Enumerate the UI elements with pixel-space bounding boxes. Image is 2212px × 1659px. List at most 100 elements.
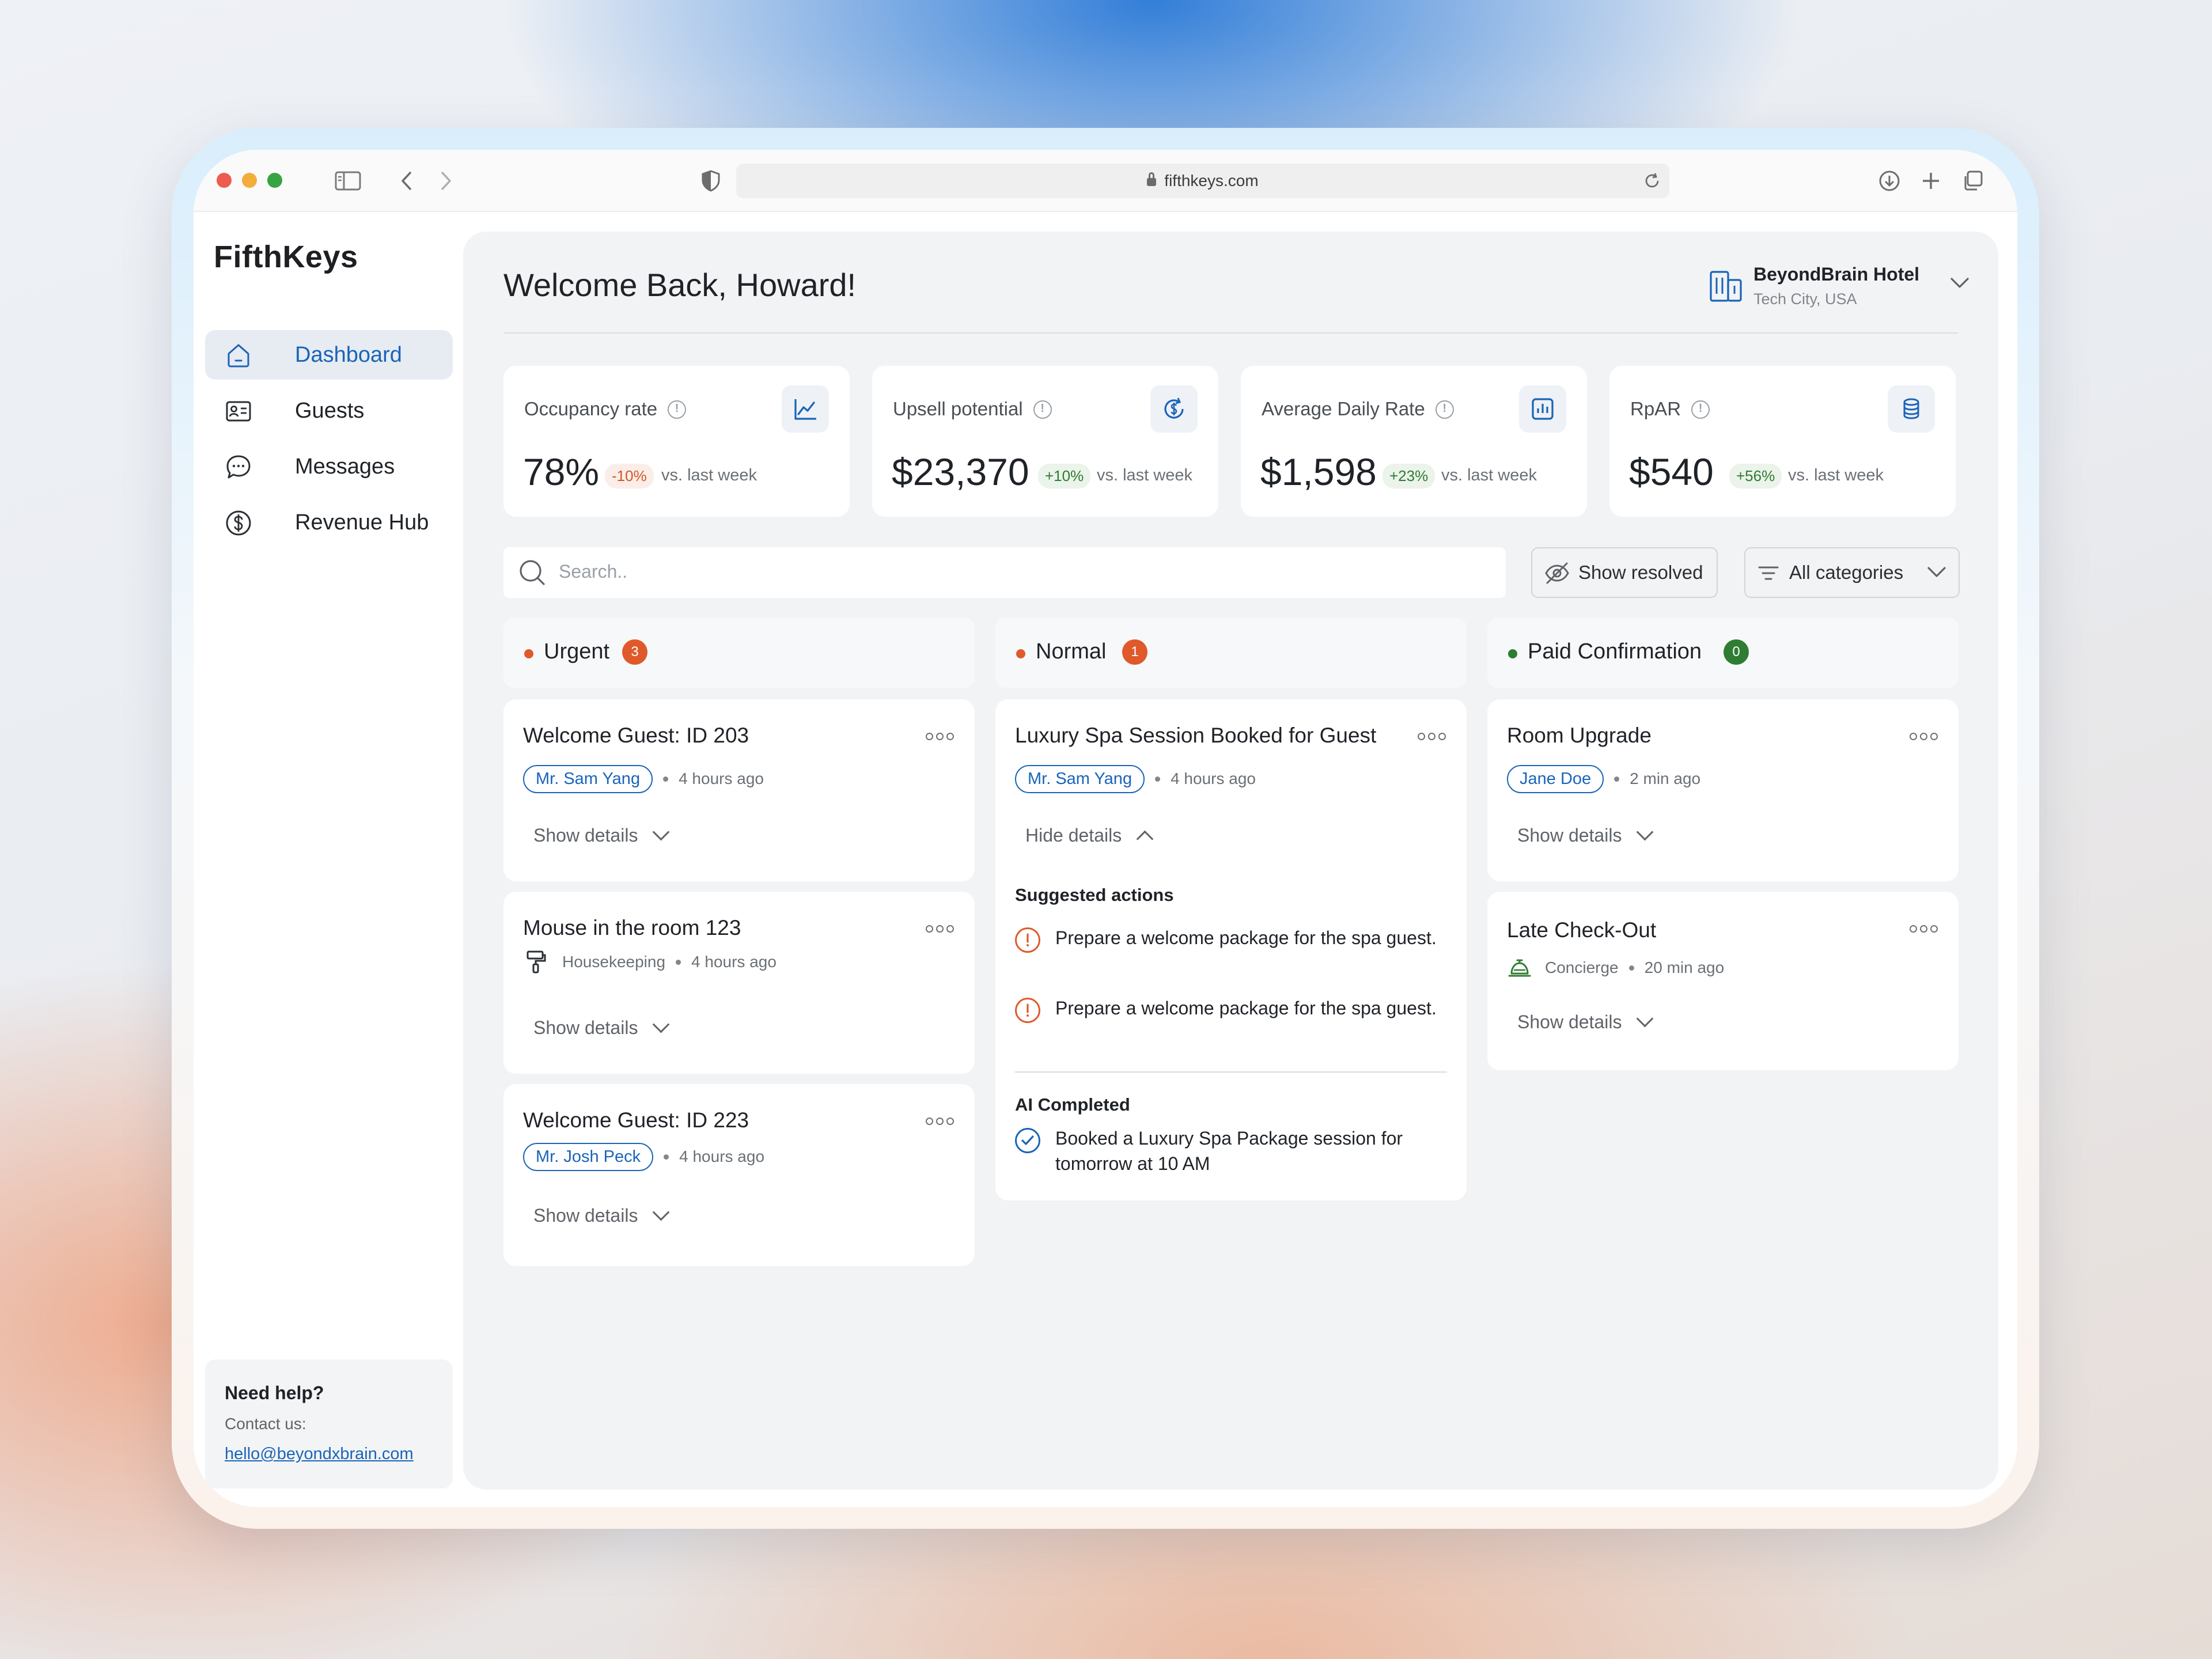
dollar-refresh-icon — [1150, 385, 1198, 433]
task-meta: Concierge 20 min ago — [1507, 953, 1724, 983]
info-icon[interactable] — [1033, 400, 1052, 419]
show-details-button[interactable]: Show details — [533, 1016, 670, 1039]
show-resolved-button[interactable]: Show resolved — [1531, 547, 1718, 598]
count-badge: 1 — [1122, 639, 1147, 665]
guest-tag[interactable]: Jane Doe — [1507, 764, 1604, 793]
help-email-link[interactable]: hello@beyondxbrain.com — [225, 1445, 414, 1464]
section-divider — [1015, 1071, 1447, 1073]
task-card[interactable]: Mouse in the room 123 Housekeeping 4 hou… — [503, 892, 975, 1074]
stat-card-upsell: Upsell potential $23,370 +10% vs. last w… — [872, 366, 1218, 517]
ai-completed-title: AI Completed — [1015, 1094, 1130, 1115]
guest-tag[interactable]: Mr. Josh Peck — [523, 1142, 654, 1171]
stat-title: Occupancy rate — [524, 398, 687, 420]
ai-completed-text: Booked a Luxury Spa Package session for … — [1055, 1128, 1403, 1174]
task-time: 4 hours ago — [679, 1147, 765, 1165]
column-header-paid-confirmation: Paid Confirmation 0 — [1487, 618, 1959, 688]
page-title: Welcome Back, Howard! — [503, 267, 857, 303]
more-options-icon[interactable] — [1910, 733, 1938, 740]
stat-delta-badge: -10% — [605, 464, 654, 488]
more-options-icon[interactable] — [926, 925, 954, 933]
address-bar[interactable]: fifthkeys.com — [736, 164, 1669, 198]
sidebar-item-guests[interactable]: Guests — [205, 386, 453, 435]
guest-tag[interactable]: Mr. Sam Yang — [523, 764, 653, 793]
task-meta: Mr. Sam Yang 4 hours ago — [523, 764, 764, 794]
separator-dot — [1614, 776, 1620, 782]
chevron-down-icon — [1948, 274, 1971, 293]
show-details-button[interactable]: Show details — [1517, 823, 1654, 846]
chevron-down-icon — [1637, 823, 1654, 841]
stat-title-text: Occupancy rate — [524, 398, 658, 419]
hotel-location: Tech City, USA — [1753, 290, 1857, 308]
close-window-dot[interactable] — [217, 173, 232, 188]
show-details-button[interactable]: Show details — [1517, 1010, 1654, 1033]
lock-icon — [1147, 172, 1157, 186]
task-time: 2 min ago — [1630, 770, 1701, 787]
maximize-window-dot[interactable] — [267, 173, 282, 188]
task-time: 4 hours ago — [679, 770, 764, 787]
stat-comparison: vs. last week — [1097, 466, 1192, 484]
separator-dot — [1155, 776, 1161, 782]
details-label: Show details — [1517, 1012, 1622, 1032]
shield-privacy-icon[interactable] — [697, 167, 725, 195]
more-options-icon[interactable] — [926, 733, 954, 740]
more-options-icon[interactable] — [1910, 925, 1938, 933]
brand-logo[interactable]: FifthKeys — [214, 239, 358, 275]
task-meta: Jane Doe 2 min ago — [1507, 764, 1700, 794]
search-input[interactable]: Search.. — [503, 547, 1506, 598]
forward-icon[interactable] — [432, 167, 460, 195]
task-card[interactable]: Welcome Guest: ID 203 Mr. Sam Yang 4 hou… — [503, 699, 975, 881]
suggested-action-text: Prepare a welcome package for the spa gu… — [1055, 927, 1437, 948]
details-label: Show details — [533, 1017, 638, 1038]
info-icon[interactable] — [1435, 400, 1454, 419]
guest-tag[interactable]: Mr. Sam Yang — [1015, 764, 1145, 793]
paint-roller-icon — [523, 949, 548, 975]
back-icon[interactable] — [393, 167, 421, 195]
separator-dot — [1628, 965, 1634, 971]
sidebar-item-revenue-hub[interactable]: Revenue Hub — [205, 498, 453, 547]
more-options-icon[interactable] — [926, 1118, 954, 1125]
task-card[interactable]: Late Check-Out Concierge 20 min ago Show… — [1487, 892, 1959, 1070]
sidebar-toggle-icon[interactable] — [334, 167, 362, 195]
sidebar-item-messages[interactable]: Messages — [205, 442, 453, 491]
task-meta: Mr. Josh Peck 4 hours ago — [523, 1142, 764, 1172]
help-title: Need help? — [225, 1382, 324, 1403]
main-content: Welcome Back, Howard! BeyondBrain Hotel … — [463, 232, 1998, 1490]
stat-card-adr: Average Daily Rate $1,598 +23% vs. last … — [1241, 366, 1587, 517]
separator-dot — [676, 959, 681, 965]
concierge-bell-icon — [1507, 955, 1532, 980]
hide-details-button[interactable]: Hide details — [1025, 825, 1154, 848]
stat-delta-badge: +10% — [1038, 464, 1091, 488]
show-details-button[interactable]: Show details — [533, 1203, 670, 1226]
minimize-window-dot[interactable] — [242, 173, 257, 188]
info-icon[interactable] — [668, 400, 687, 419]
reload-icon[interactable] — [1643, 172, 1661, 194]
task-card[interactable]: Welcome Guest: ID 223 Mr. Josh Peck 4 ho… — [503, 1084, 975, 1266]
id-card-icon — [225, 397, 252, 425]
stat-title-text: Upsell potential — [893, 398, 1023, 419]
details-label: Show details — [533, 1205, 638, 1226]
download-icon[interactable] — [1876, 167, 1903, 195]
suggested-action-item[interactable]: Prepare a welcome package for the spa gu… — [1015, 925, 1441, 977]
tabs-overview-icon[interactable] — [1959, 167, 1986, 195]
stat-delta-badge: +23% — [1382, 464, 1435, 488]
suggested-action-text: Prepare a welcome package for the spa gu… — [1055, 998, 1437, 1018]
stat-title-text: RpAR — [1630, 398, 1681, 419]
building-icon — [1707, 267, 1744, 307]
info-icon[interactable] — [1691, 400, 1710, 419]
department-label: Housekeeping — [562, 953, 666, 971]
categories-dropdown[interactable]: All categories — [1744, 547, 1960, 598]
dollar-icon — [225, 509, 252, 537]
count-badge: 0 — [1724, 639, 1749, 665]
hotel-selector[interactable]: BeyondBrain Hotel Tech City, USA — [1707, 259, 1984, 311]
show-details-button[interactable]: Show details — [533, 823, 670, 846]
more-options-icon[interactable] — [1418, 733, 1446, 740]
new-tab-icon[interactable] — [1917, 167, 1945, 195]
task-card-expanded[interactable]: Luxury Spa Session Booked for Guest Mr. … — [995, 699, 1467, 1200]
department-label: Concierge — [1545, 959, 1619, 976]
task-time: 4 hours ago — [691, 953, 777, 971]
separator-dot — [663, 776, 669, 782]
suggested-action-item[interactable]: Prepare a welcome package for the spa gu… — [1015, 995, 1441, 1047]
sidebar-item-dashboard[interactable]: Dashboard — [205, 330, 453, 380]
task-card[interactable]: Room Upgrade Jane Doe 2 min ago Show det… — [1487, 699, 1959, 881]
task-time: 4 hours ago — [1171, 770, 1256, 787]
